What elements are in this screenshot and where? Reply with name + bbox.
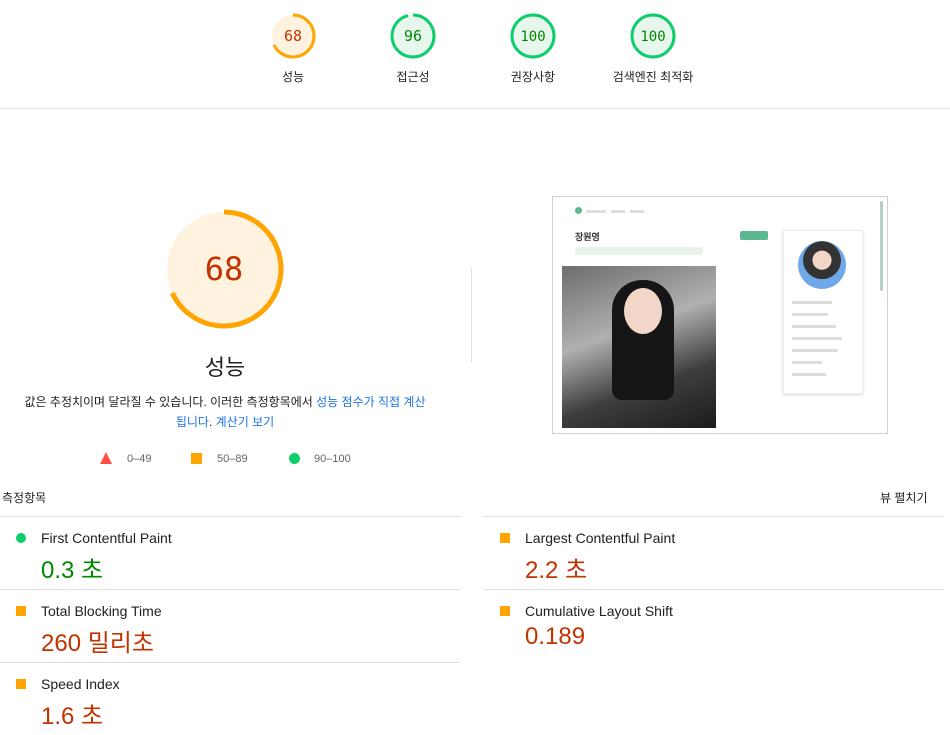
metric-name: Speed Index	[41, 676, 120, 692]
gauge-ring-icon: 68	[270, 13, 316, 59]
gauge-label: 검색엔진 최적화	[612, 70, 694, 84]
square-icon	[191, 453, 202, 464]
score-description: 값은 추정치이며 달라질 수 있습니다. 이러한 측정항목에서 성능 점수가 직…	[20, 392, 430, 432]
legend-range: 90–100	[314, 453, 351, 465]
gauge-ring-icon: 96	[390, 13, 436, 59]
page-screenshot-thumbnail[interactable]: 장원영	[552, 196, 888, 434]
gauge-label: 접근성	[396, 70, 430, 84]
gauge-seo[interactable]: 100 검색엔진 최적화	[593, 12, 713, 85]
photo-face	[624, 288, 662, 334]
metric-name: Largest Contentful Paint	[525, 530, 676, 546]
thumbnail-button	[740, 231, 768, 240]
metric-value: 0.189	[525, 623, 586, 650]
metric-value: 260 밀리초	[41, 630, 154, 657]
divider	[471, 268, 472, 363]
metric-value: 2.2 초	[525, 557, 588, 584]
thumbnail-scrollbar	[880, 201, 883, 291]
card-line	[792, 373, 826, 376]
thumbnail-photo	[562, 266, 716, 428]
svg-text:68: 68	[284, 27, 302, 45]
square-icon	[500, 606, 510, 616]
thumbnail-name: 장원영	[575, 232, 600, 242]
description-text: 값은 추정치이며 달라질 수 있습니다. 이러한 측정항목에서	[24, 395, 317, 409]
metric-speed-index: Speed Index 1.6 초	[0, 662, 460, 735]
gauge-best-practices[interactable]: 100 권장사항	[473, 12, 593, 85]
gauge-ring-icon: 100	[630, 13, 676, 59]
svg-text:68: 68	[205, 250, 244, 288]
legend-range: 50–89	[217, 453, 248, 465]
card-line	[792, 361, 822, 364]
thumbnail-profile-card	[783, 230, 863, 394]
square-icon	[500, 533, 510, 543]
card-line	[792, 313, 828, 316]
thumbnail-nav	[575, 207, 582, 214]
metric-name: Total Blocking Time	[41, 603, 162, 619]
metric-cls: Cumulative Layout Shift 0.189	[484, 589, 944, 662]
thumbnail-nav-link	[630, 210, 644, 213]
card-line	[792, 349, 838, 352]
gauge-ring-icon: 68	[164, 209, 284, 329]
square-icon	[16, 606, 26, 616]
gauge-label: 성능	[281, 70, 305, 84]
thumbnail-nav-link	[586, 210, 606, 213]
performance-title: 성능	[204, 355, 246, 380]
thumbnail-url-bar	[575, 247, 703, 255]
performance-score-gauge: 68	[162, 207, 286, 331]
gauge-accessibility[interactable]: 96 접근성	[353, 12, 473, 85]
metric-name: Cumulative Layout Shift	[525, 603, 673, 619]
metrics-header: 측정항목	[2, 491, 47, 505]
metric-tbt: Total Blocking Time 260 밀리초	[0, 589, 460, 662]
svg-text:100: 100	[520, 29, 545, 45]
gauge-performance[interactable]: 68 성능	[233, 12, 353, 85]
metric-fcp: First Contentful Paint 0.3 초	[0, 516, 460, 589]
metric-lcp: Largest Contentful Paint 2.2 초	[484, 516, 944, 589]
card-line	[792, 325, 836, 328]
calculator-link[interactable]: 계산기 보기	[216, 415, 275, 429]
card-line	[792, 301, 832, 304]
expand-view-toggle[interactable]: 뷰 펼치기	[880, 489, 928, 506]
circle-icon	[16, 533, 26, 543]
metric-name: First Contentful Paint	[41, 530, 172, 546]
svg-text:100: 100	[640, 29, 665, 45]
thumbnail-nav-link	[611, 210, 625, 213]
gauge-ring-icon: 100	[510, 13, 556, 59]
svg-text:96: 96	[404, 27, 422, 45]
circle-icon	[289, 453, 300, 464]
gauge-label: 권장사항	[510, 70, 556, 84]
card-line	[792, 337, 842, 340]
metric-value: 0.3 초	[41, 557, 104, 584]
triangle-icon	[100, 452, 112, 467]
avatar	[798, 241, 846, 289]
legend-range: 0–49	[127, 453, 152, 465]
category-gauges: 68 성능 96 접근성 100 권장사항 100 검색엔진 최적화	[0, 0, 950, 109]
metric-value: 1.6 초	[41, 703, 104, 730]
square-icon	[16, 679, 26, 689]
description-separator: .	[208, 415, 216, 429]
